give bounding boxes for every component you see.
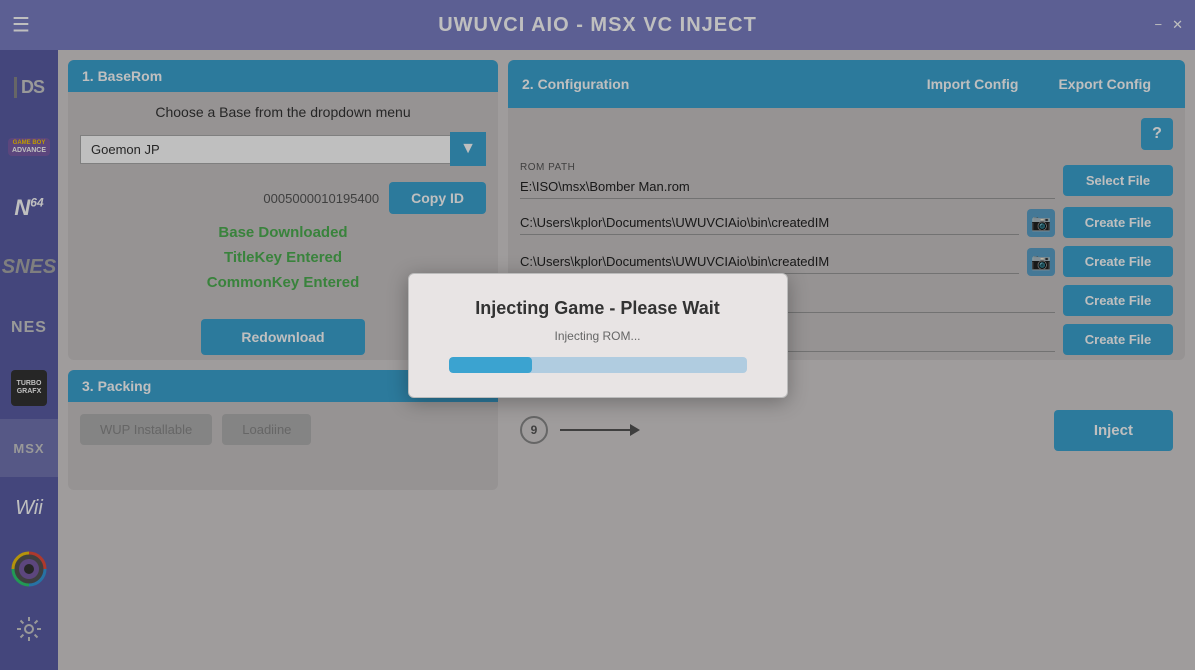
modal-subtitle: Injecting ROM... <box>449 329 747 343</box>
progress-bar-fill <box>449 357 532 373</box>
modal-title: Injecting Game - Please Wait <box>449 298 747 319</box>
progress-bar-background <box>449 357 747 373</box>
modal-overlay: Injecting Game - Please Wait Injecting R… <box>0 0 1195 670</box>
progress-modal: Injecting Game - Please Wait Injecting R… <box>408 273 788 398</box>
